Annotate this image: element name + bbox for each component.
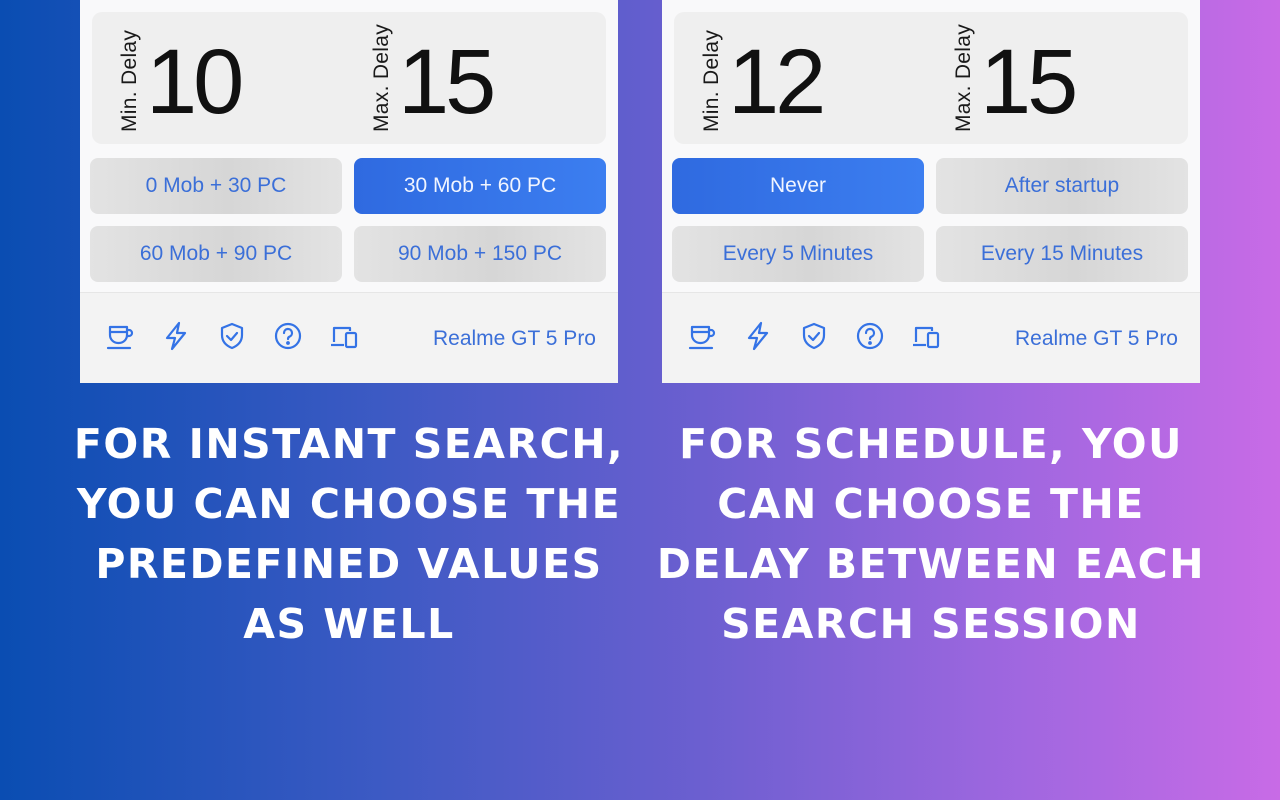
min-delay-label: Min. Delay: [118, 29, 141, 132]
schedule-caption: For schedule, you can choose the delay b…: [656, 420, 1206, 648]
cup-icon[interactable]: [688, 321, 716, 351]
shield-check-icon[interactable]: [218, 321, 246, 351]
min-delay-label: Min. Delay: [700, 29, 723, 132]
lightning-icon[interactable]: [744, 321, 772, 351]
preset-option-30mob-60pc[interactable]: 30 Mob + 60 PC: [354, 158, 606, 214]
max-delay-label: Max. Delay: [370, 23, 393, 132]
footer-bar: Realme GT 5 Pro: [80, 292, 618, 383]
delay-card: Min. Delay 10 Max. Delay 15: [92, 12, 606, 144]
instant-search-caption: For instant search, you can choose the p…: [73, 420, 625, 648]
shield-check-icon[interactable]: [800, 321, 828, 351]
device-name: Realme GT 5 Pro: [432, 327, 596, 350]
schedule-option-every-15-minutes[interactable]: Every 15 Minutes: [936, 226, 1188, 282]
max-delay-label: Max. Delay: [952, 23, 975, 132]
min-delay-value[interactable]: 12: [728, 32, 826, 132]
lightning-icon[interactable]: [162, 321, 190, 351]
help-circle-icon[interactable]: [856, 321, 884, 351]
schedule-option-every-5-minutes[interactable]: Every 5 Minutes: [672, 226, 924, 282]
footer-bar: Realme GT 5 Pro: [662, 292, 1200, 383]
schedule-option-never[interactable]: Never: [672, 158, 924, 214]
instant-search-panel: Min. Delay 10 Max. Delay 15 0 Mob + 30 P…: [80, 0, 618, 383]
preset-option-90mob-150pc[interactable]: 90 Mob + 150 PC: [354, 226, 606, 282]
preset-option-60mob-90pc[interactable]: 60 Mob + 90 PC: [90, 226, 342, 282]
delay-card: Min. Delay 12 Max. Delay 15: [674, 12, 1188, 144]
devices-icon[interactable]: [912, 321, 940, 351]
preset-option-0mob-30pc[interactable]: 0 Mob + 30 PC: [90, 158, 342, 214]
device-name: Realme GT 5 Pro: [1014, 327, 1178, 350]
cup-icon[interactable]: [106, 321, 134, 351]
help-circle-icon[interactable]: [274, 321, 302, 351]
max-delay-value[interactable]: 15: [398, 32, 496, 132]
schedule-panel: Min. Delay 12 Max. Delay 15 Never After …: [662, 0, 1200, 383]
min-delay-value[interactable]: 10: [146, 32, 244, 132]
max-delay-value[interactable]: 15: [980, 32, 1078, 132]
schedule-option-after-startup[interactable]: After startup: [936, 158, 1188, 214]
devices-icon[interactable]: [330, 321, 358, 351]
